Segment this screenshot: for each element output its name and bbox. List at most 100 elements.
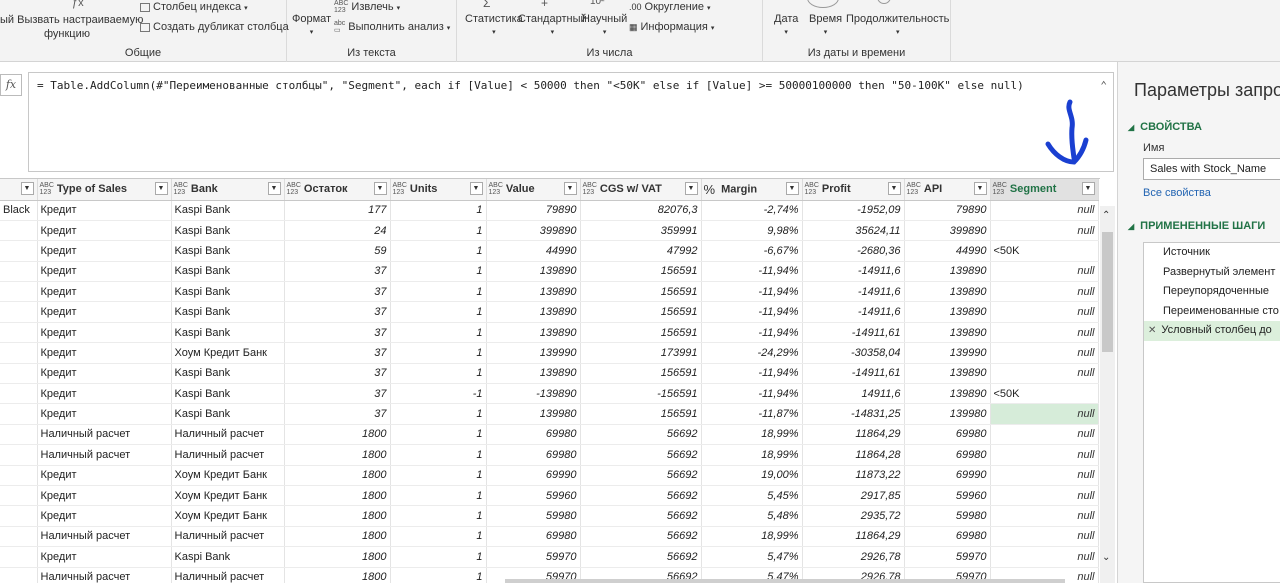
table-cell[interactable]: 11873,22 (802, 465, 905, 486)
table-cell[interactable]: Хоум Кредит Банк (171, 465, 285, 486)
table-row[interactable]: Наличный расчет Наличный расчет 1800 1 69980… (0, 444, 1099, 466)
table-cell[interactable]: -11,94% (701, 383, 803, 405)
table-cell[interactable]: 139980 (904, 403, 991, 425)
table-cell[interactable]: Кредит (37, 342, 172, 364)
table-row[interactable]: Кредит Kaspi Bank 37 1 139890 156591 -11,94% -1… (0, 281, 1099, 303)
table-row[interactable]: Кредит Хоум Кредит Банк 1800 1 69990 56692 19,… (0, 465, 1099, 486)
column-header[interactable]: % Margin ▼ (701, 179, 803, 201)
table-cell[interactable]: 1 (390, 301, 487, 323)
table-cell[interactable]: null (990, 301, 1099, 323)
table-cell[interactable]: -14911,6 (802, 281, 905, 303)
table-cell[interactable] (0, 505, 38, 527)
table-cell[interactable]: 11864,29 (802, 526, 905, 548)
table-cell[interactable]: <50K (990, 240, 1099, 262)
table-cell[interactable]: 59 (284, 240, 391, 262)
filter-dropdown-icon[interactable]: ▼ (373, 182, 387, 195)
abc-123-type-icon[interactable]: ABC 123 (489, 182, 503, 196)
table-cell[interactable]: 1 (390, 546, 487, 568)
table-cell[interactable]: -139890 (486, 383, 581, 405)
rounding-button[interactable]: .00 Округление ▾ (629, 1, 711, 15)
table-cell[interactable]: 1800 (284, 465, 391, 486)
table-cell[interactable]: 1 (390, 444, 487, 466)
table-cell[interactable]: null (990, 281, 1099, 303)
table-cell[interactable]: 47992 (580, 240, 702, 262)
table-cell[interactable]: 69980 (904, 424, 991, 446)
table-cell[interactable]: 1800 (284, 424, 391, 446)
invoke-custom-function-button[interactable]: ый Вызвать настраиваемую функцию (0, 14, 143, 41)
date-button[interactable]: Дата ▾ (774, 13, 798, 39)
applied-step[interactable]: Переименованные сто (1144, 302, 1280, 322)
table-cell[interactable]: 1 (390, 403, 487, 425)
table-cell[interactable] (0, 363, 38, 385)
table-cell[interactable]: 18,99% (701, 526, 803, 548)
table-cell[interactable]: 156591 (580, 403, 702, 425)
table-cell[interactable]: -6,67% (701, 240, 803, 262)
table-cell[interactable]: null (990, 200, 1099, 221)
table-cell[interactable]: 5,47% (701, 546, 803, 568)
table-cell[interactable]: null (990, 322, 1099, 344)
table-cell[interactable]: Кредит (37, 200, 172, 221)
table-cell[interactable]: 1 (390, 261, 487, 283)
table-cell[interactable]: 139890 (486, 261, 581, 283)
column-header[interactable]: ABC 123 Profit ▼ (802, 179, 905, 201)
filter-dropdown-icon[interactable]: ▼ (154, 182, 168, 195)
table-cell[interactable]: 19,00% (701, 465, 803, 486)
table-cell[interactable]: null (990, 444, 1099, 466)
table-row[interactable]: Кредит Kaspi Bank 24 1 399890 359991 9,98% 3562… (0, 220, 1099, 242)
table-cell[interactable]: -14911,61 (802, 322, 905, 344)
table-row[interactable]: Кредит Kaspi Bank 37 1 139890 156591 -11,94% -1… (0, 322, 1099, 344)
table-cell[interactable]: Наличный расчет (37, 526, 172, 548)
table-cell[interactable]: 18,99% (701, 444, 803, 466)
table-cell[interactable] (0, 281, 38, 303)
information-button[interactable]: ▦ Информация ▾ (629, 21, 714, 35)
column-header[interactable]: ABC 123 Units ▼ (390, 179, 487, 201)
table-cell[interactable]: 156591 (580, 301, 702, 323)
table-cell[interactable] (0, 465, 38, 486)
table-cell[interactable]: Наличный расчет (171, 567, 285, 583)
table-cell[interactable]: 35624,11 (802, 220, 905, 242)
abc-123-type-icon[interactable]: ABC 123 (287, 182, 301, 196)
table-cell[interactable]: 11864,28 (802, 444, 905, 466)
column-header[interactable]: ABC 123 CGS w/ VAT ▼ (580, 179, 702, 201)
table-cell[interactable]: 5,45% (701, 485, 803, 507)
table-cell[interactable]: 82076,3 (580, 200, 702, 221)
table-cell[interactable]: -1 (390, 383, 487, 405)
query-name-input[interactable]: Sales with Stock_Name (1143, 158, 1280, 180)
abc-123-type-icon[interactable]: ABC 123 (583, 182, 597, 196)
filter-dropdown-icon[interactable]: ▼ (469, 182, 483, 195)
table-cell[interactable]: null (990, 403, 1099, 425)
table-cell[interactable]: 18,99% (701, 424, 803, 446)
table-row[interactable]: Black Кредит Kaspi Bank 177 1 79890 82076,3 -2,… (0, 200, 1099, 221)
table-cell[interactable]: -14911,61 (802, 363, 905, 385)
table-cell[interactable]: null (990, 526, 1099, 548)
table-cell[interactable]: -11,94% (701, 363, 803, 385)
table-cell[interactable]: 1 (390, 465, 487, 486)
table-row[interactable]: Наличный расчет Наличный расчет 1800 1 69980… (0, 424, 1099, 446)
table-cell[interactable]: -24,29% (701, 342, 803, 364)
table-cell[interactable]: Наличный расчет (171, 424, 285, 446)
table-row[interactable]: Кредит Kaspi Bank 59 1 44990 47992 -6,67% -2680… (0, 240, 1099, 262)
time-button[interactable]: Время ▾ (809, 13, 842, 39)
table-cell[interactable]: 1 (390, 281, 487, 303)
table-cell[interactable]: Kaspi Bank (171, 301, 285, 323)
table-cell[interactable]: 59980 (486, 505, 581, 527)
scroll-up-icon[interactable]: ⌃ (1102, 210, 1110, 221)
table-cell[interactable] (0, 301, 38, 323)
table-cell[interactable]: 79890 (904, 200, 991, 221)
table-cell[interactable]: Наличный расчет (37, 424, 172, 446)
table-cell[interactable]: 139980 (486, 403, 581, 425)
table-row[interactable]: Кредит Хоум Кредит Банк 1800 1 59960 56692 5,4… (0, 485, 1099, 507)
table-cell[interactable]: 1800 (284, 505, 391, 527)
table-cell[interactable]: -11,94% (701, 301, 803, 323)
scroll-down-icon[interactable]: ⌄ (1102, 552, 1110, 563)
table-cell[interactable]: -14831,25 (802, 403, 905, 425)
column-header[interactable]: ABC 123 Bank ▼ (171, 179, 285, 201)
table-cell[interactable]: Кредит (37, 485, 172, 507)
table-cell[interactable]: Кредит (37, 281, 172, 303)
table-cell[interactable]: 79890 (486, 200, 581, 221)
abc-123-type-icon[interactable]: ABC 123 (993, 182, 1007, 196)
table-row[interactable]: Кредит Kaspi Bank 1800 1 59970 56692 5,47% 2926… (0, 546, 1099, 568)
table-cell[interactable]: 1 (390, 342, 487, 364)
formula-input[interactable]: = Table.AddColumn(#"Переименованные стол… (28, 72, 1114, 172)
table-cell[interactable]: 69980 (486, 424, 581, 446)
